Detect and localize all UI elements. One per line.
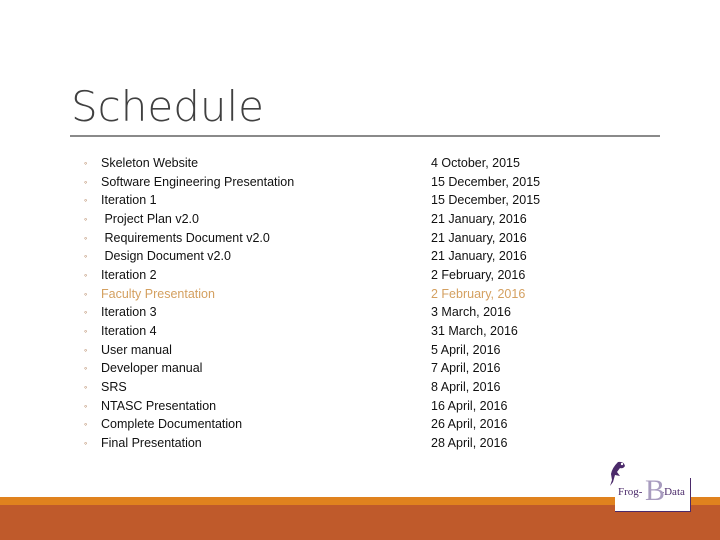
- logo-letter: B: [645, 474, 666, 507]
- task-item: ◦ Design Document v2.0: [84, 247, 294, 266]
- task-date: 2 February, 2016: [431, 267, 526, 282]
- task-item: ◦ Requirements Document v2.0: [84, 229, 294, 248]
- task-date: 15 December, 2015: [431, 193, 541, 208]
- bullet-icon: ◦: [84, 381, 88, 392]
- footer-bar: [0, 505, 720, 540]
- task-label: Iteration 1: [101, 193, 157, 208]
- bullet-icon: ◦: [84, 213, 88, 224]
- slide-title: Schedule: [71, 82, 264, 131]
- task-item: ◦ NTASC Presentation: [84, 397, 294, 416]
- task-label: Iteration 4: [101, 323, 157, 338]
- bullet-icon: ◦: [84, 195, 88, 206]
- task-date: 5 April, 2016: [431, 342, 501, 357]
- bullet-icon: ◦: [84, 437, 88, 448]
- task-date: 4 October, 2015: [431, 156, 520, 170]
- task-label: Project Plan v2.0: [101, 211, 199, 226]
- bullet-icon: ◦: [84, 344, 88, 355]
- task-item: ◦ Software Engineering Presentation: [84, 173, 294, 192]
- task-item: ◦ Iteration 3: [84, 303, 294, 322]
- bullet-icon: ◦: [84, 400, 88, 411]
- task-item: ◦ Iteration 4: [84, 322, 294, 341]
- task-label: Complete Documentation: [101, 417, 243, 432]
- bullet-icon: ◦: [84, 269, 88, 280]
- task-date: 21 January, 2016: [431, 211, 527, 226]
- task-date: 15 December, 2015: [431, 174, 541, 189]
- task-date: 2 February, 2016: [431, 286, 526, 301]
- title-divider: [70, 135, 660, 137]
- task-item: ◦ Faculty Presentation: [84, 285, 294, 304]
- task-date: 26 April, 2016: [431, 417, 508, 432]
- task-date: 31 March, 2016: [431, 323, 518, 338]
- task-label: SRS: [101, 379, 127, 394]
- bullet-icon: ◦: [84, 251, 88, 262]
- footer-accent-bar: [0, 497, 720, 505]
- bullet-icon: ◦: [84, 232, 88, 243]
- task-item: ◦ User manual: [84, 341, 294, 360]
- task-label: User manual: [101, 342, 172, 357]
- bullet-icon: ◦: [84, 158, 88, 168]
- task-label: Faculty Presentation: [101, 286, 215, 301]
- bullet-icon: ◦: [84, 363, 88, 374]
- bullet-icon: ◦: [84, 176, 88, 187]
- task-item: ◦ Project Plan v2.0: [84, 210, 294, 229]
- task-item: ◦ Skeleton Website: [84, 154, 294, 173]
- task-date: 7 April, 2016: [431, 361, 501, 376]
- task-item: ◦ Complete Documentation: [84, 415, 294, 434]
- task-item: ◦ Developer manual: [84, 359, 294, 378]
- bullet-icon: ◦: [84, 419, 88, 430]
- date-list: 4 October, 2015 15 December, 2015 15 Decem…: [431, 154, 540, 453]
- task-label: NTASC Presentation: [101, 398, 217, 413]
- task-date: 16 April, 2016: [431, 398, 508, 413]
- task-date: 8 April, 2016: [431, 379, 501, 394]
- bullet-icon: ◦: [84, 325, 88, 336]
- task-label: Skeleton Website: [101, 156, 199, 170]
- task-item: ◦ Iteration 1: [84, 191, 294, 210]
- bullet-icon: ◦: [84, 307, 88, 318]
- task-date: 21 January, 2016: [431, 230, 527, 245]
- frog-icon: [610, 461, 625, 486]
- task-date: 21 January, 2016: [431, 249, 527, 264]
- task-label: Design Document v2.0: [101, 249, 231, 264]
- task-date: 3 March, 2016: [431, 305, 511, 320]
- task-date: 28 April, 2016: [431, 435, 508, 450]
- task-item: ◦ Iteration 2: [84, 266, 294, 285]
- task-label: Requirements Document v2.0: [101, 230, 270, 245]
- task-item: ◦ SRS: [84, 378, 294, 397]
- task-list: ◦ Skeleton Website ◦ Software Engineering P…: [84, 154, 294, 453]
- bullet-icon: ◦: [84, 288, 88, 299]
- task-item: ◦ Final Presentation: [84, 434, 294, 453]
- task-label: Software Engineering Presentation: [101, 174, 295, 189]
- task-label: Iteration 3: [101, 305, 157, 320]
- task-label: Iteration 2: [101, 267, 157, 282]
- task-label: Final Presentation: [101, 435, 202, 450]
- task-label: Developer manual: [101, 361, 203, 376]
